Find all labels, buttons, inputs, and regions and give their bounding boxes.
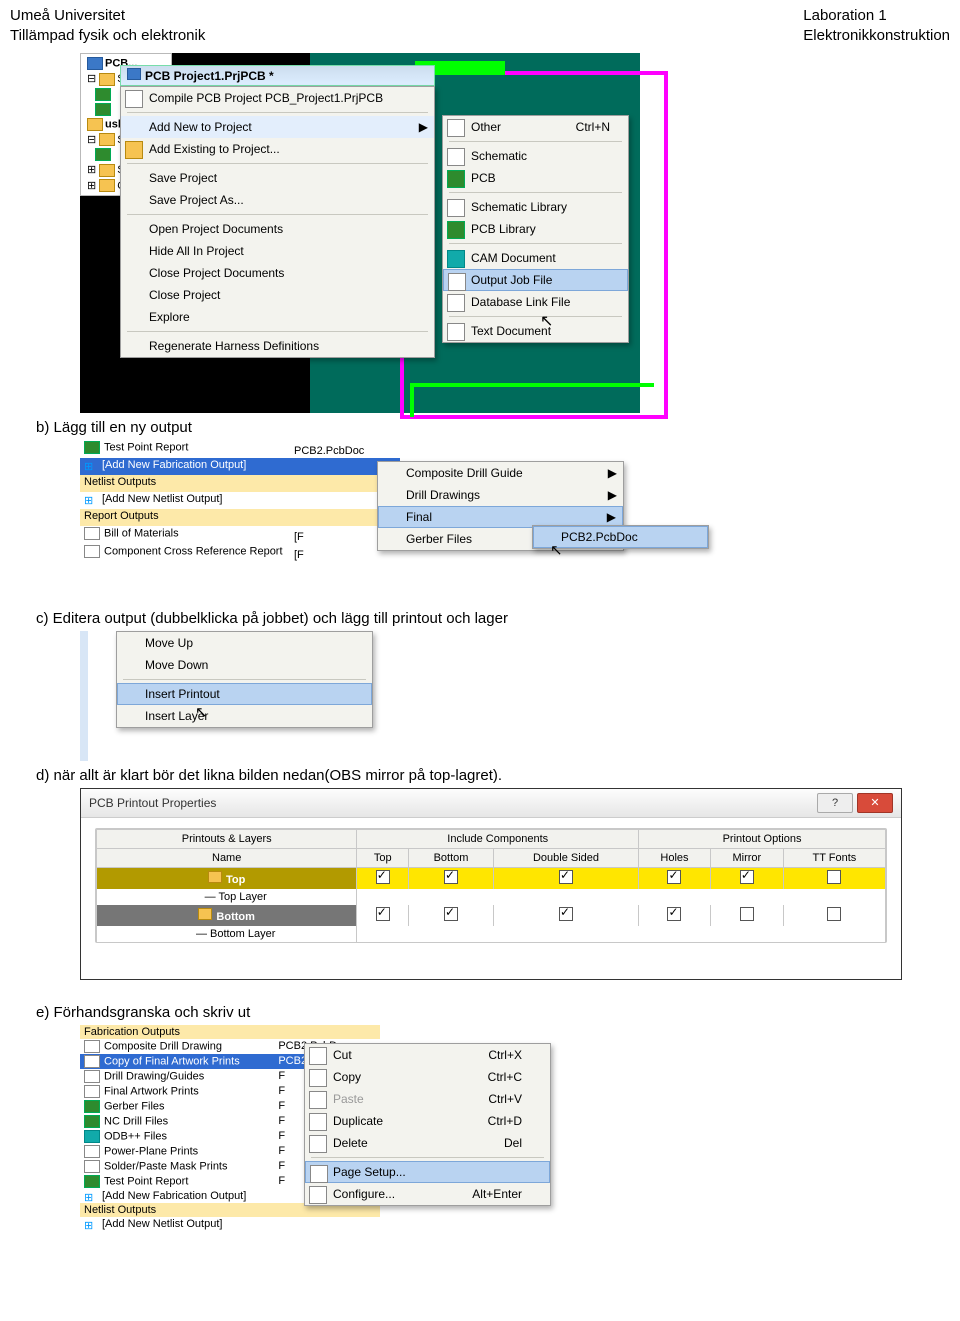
col-mirror: Mirror	[710, 849, 783, 868]
checkbox[interactable]	[827, 870, 841, 884]
checkbox[interactable]	[376, 907, 390, 921]
menu-move-up[interactable]: Move Up	[117, 632, 372, 654]
list-row[interactable]: Test Point ReportPCB2.PcbDoc	[80, 440, 400, 458]
submenu-schlib[interactable]: Schematic Library	[443, 196, 628, 218]
list-row[interactable]: ⊞[Add New Fabrication Output]	[80, 458, 400, 475]
row-name: Bottom	[97, 905, 357, 926]
checkbox[interactable]	[444, 870, 458, 884]
menu-add-existing[interactable]: Add Existing to Project...	[121, 138, 434, 160]
col-top: Top	[357, 849, 409, 868]
output-list[interactable]: Test Point ReportPCB2.PcbDoc⊞[Add New Fa…	[80, 440, 400, 562]
menu-save[interactable]: Save Project	[121, 167, 434, 189]
univ: Umeå Universitet	[10, 6, 205, 26]
menu-head-prefix: PCB	[145, 69, 174, 83]
checkbox[interactable]	[667, 907, 681, 921]
subtitle: Elektronikkonstruktion	[803, 26, 950, 46]
menu-duplicate[interactable]: DuplicateCtrl+D	[305, 1110, 550, 1132]
help-button[interactable]: ?	[817, 793, 853, 813]
col-holes: Holes	[639, 849, 711, 868]
cursor-icon: ↖	[550, 541, 563, 559]
menu-hide-all[interactable]: Hide All In Project	[121, 240, 434, 262]
checkbox[interactable]	[559, 907, 573, 921]
row-name: — Top Layer	[97, 889, 357, 905]
menu-close-proj[interactable]: Close Project	[121, 284, 434, 306]
submenu-cam[interactable]: CAM Document	[443, 247, 628, 269]
menu-drill-guide[interactable]: Composite Drill Guide▶	[378, 462, 623, 484]
menu-drill-drawings[interactable]: Drill Drawings▶	[378, 484, 623, 506]
row-name: Top	[97, 868, 357, 890]
col-bottom: Bottom	[409, 849, 494, 868]
list-row[interactable]: Component Cross Reference Report[F	[80, 544, 400, 562]
submenu-text[interactable]: Text Document	[443, 320, 628, 342]
menu-move-down[interactable]: Move Down	[117, 654, 372, 676]
submenu-pcblib[interactable]: PCB Library	[443, 218, 628, 240]
col-double: Double Sided	[493, 849, 638, 868]
printout-context-menu: Move Up Move Down Insert Printout Insert…	[116, 631, 373, 728]
list-row[interactable]: Bill of Materials[F	[80, 526, 400, 544]
section-printouts: Printouts & Layers	[97, 830, 357, 849]
submenu-other[interactable]: OtherCtrl+N	[443, 116, 628, 138]
section-options: Printout Options	[639, 830, 886, 849]
menu-insert-printout[interactable]: Insert Printout	[117, 683, 372, 705]
menu-paste[interactable]: PasteCtrl+V	[305, 1088, 550, 1110]
checkbox[interactable]	[740, 870, 754, 884]
fig-a: PCB... ⊟ Sc usbe ⊟ Sc ⊞ Se ⊞ Ge PCB Proj…	[80, 53, 650, 413]
submenu-dblink[interactable]: Database Link File	[443, 291, 628, 313]
checkbox[interactable]	[444, 907, 458, 921]
cursor-icon: ↖	[195, 703, 208, 721]
fig-c: Move Up Move Down Insert Printout Insert…	[80, 631, 410, 761]
menu-configure-[interactable]: Configure...Alt+Enter	[305, 1183, 550, 1205]
checkbox[interactable]	[740, 907, 754, 921]
fig-e: Fabrication Outputs Composite Drill Draw…	[80, 1025, 620, 1295]
project-context-menu: PCB Project1.PrjPCB * Compile PCB Projec…	[120, 65, 435, 358]
menu-save-as[interactable]: Save Project As...	[121, 189, 434, 211]
cursor-icon: ↖	[540, 311, 553, 331]
section-include: Include Components	[357, 830, 639, 849]
cat-fabrication: Fabrication Outputs	[80, 1025, 380, 1039]
menu-explore[interactable]: Explore	[121, 306, 434, 328]
add-new-submenu: OtherCtrl+N Schematic PCB Schematic Libr…	[442, 115, 629, 343]
menu-regen[interactable]: Regenerate Harness Definitions	[121, 335, 434, 357]
list-row[interactable]: ⊞[Add New Netlist Output]	[80, 492, 400, 509]
col-tt: TT Fonts	[783, 849, 885, 868]
menu-head: Project1.PrjPCB *	[174, 69, 274, 83]
step-d: d) när allt är klart bör det likna bilde…	[36, 767, 952, 784]
submenu-pcb[interactable]: PCB	[443, 167, 628, 189]
step-c: c) Editera output (dubbelklicka på jobbe…	[36, 610, 952, 627]
list-row[interactable]: ⊞[Add New Netlist Output]	[80, 1217, 380, 1231]
submenu-schematic[interactable]: Schematic	[443, 145, 628, 167]
checkbox[interactable]	[667, 870, 681, 884]
dept: Tillämpad fysik och elektronik	[10, 26, 205, 46]
menu-close-docs[interactable]: Close Project Documents	[121, 262, 434, 284]
menu-compile[interactable]: Compile PCB Project PCB_Project1.PrjPCB	[121, 87, 434, 109]
col-name: Name	[97, 849, 357, 868]
checkbox[interactable]	[559, 870, 573, 884]
fig-b: Test Point ReportPCB2.PcbDoc⊞[Add New Fa…	[80, 440, 720, 580]
close-button[interactable]: ✕	[857, 793, 893, 813]
row-name: — Bottom Layer	[97, 926, 357, 942]
menu-copy[interactable]: CopyCtrl+C	[305, 1066, 550, 1088]
step-b: b) Lägg till en ny output	[36, 419, 952, 436]
lab-title: Laboration 1	[803, 6, 950, 26]
menu-open-docs[interactable]: Open Project Documents	[121, 218, 434, 240]
edit-context-menu: CutCtrl+XCopyCtrl+CPasteCtrl+VDuplicateC…	[304, 1043, 551, 1206]
fig-d: PCB Printout Properties ? ✕ Printouts & …	[80, 788, 902, 980]
submenu-outjob[interactable]: Output Job File	[443, 269, 628, 291]
printout-table[interactable]: Printouts & Layers Include Components Pr…	[96, 829, 886, 942]
dialog-title: PCB Printout Properties	[89, 796, 216, 810]
menu-insert-layer[interactable]: Insert Layer	[117, 705, 372, 727]
menu-delete[interactable]: DeleteDel	[305, 1132, 550, 1154]
menu-page-setup-[interactable]: Page Setup...	[305, 1161, 550, 1183]
menu-add-new[interactable]: Add New to Project▶	[121, 116, 434, 138]
menu-cut[interactable]: CutCtrl+X	[305, 1044, 550, 1066]
checkbox[interactable]	[827, 907, 841, 921]
list-row[interactable]: Netlist Outputs	[80, 475, 400, 492]
step-e: e) Förhandsgranska och skriv ut	[36, 1004, 952, 1021]
list-row[interactable]: Report Outputs	[80, 509, 400, 526]
checkbox[interactable]	[376, 870, 390, 884]
